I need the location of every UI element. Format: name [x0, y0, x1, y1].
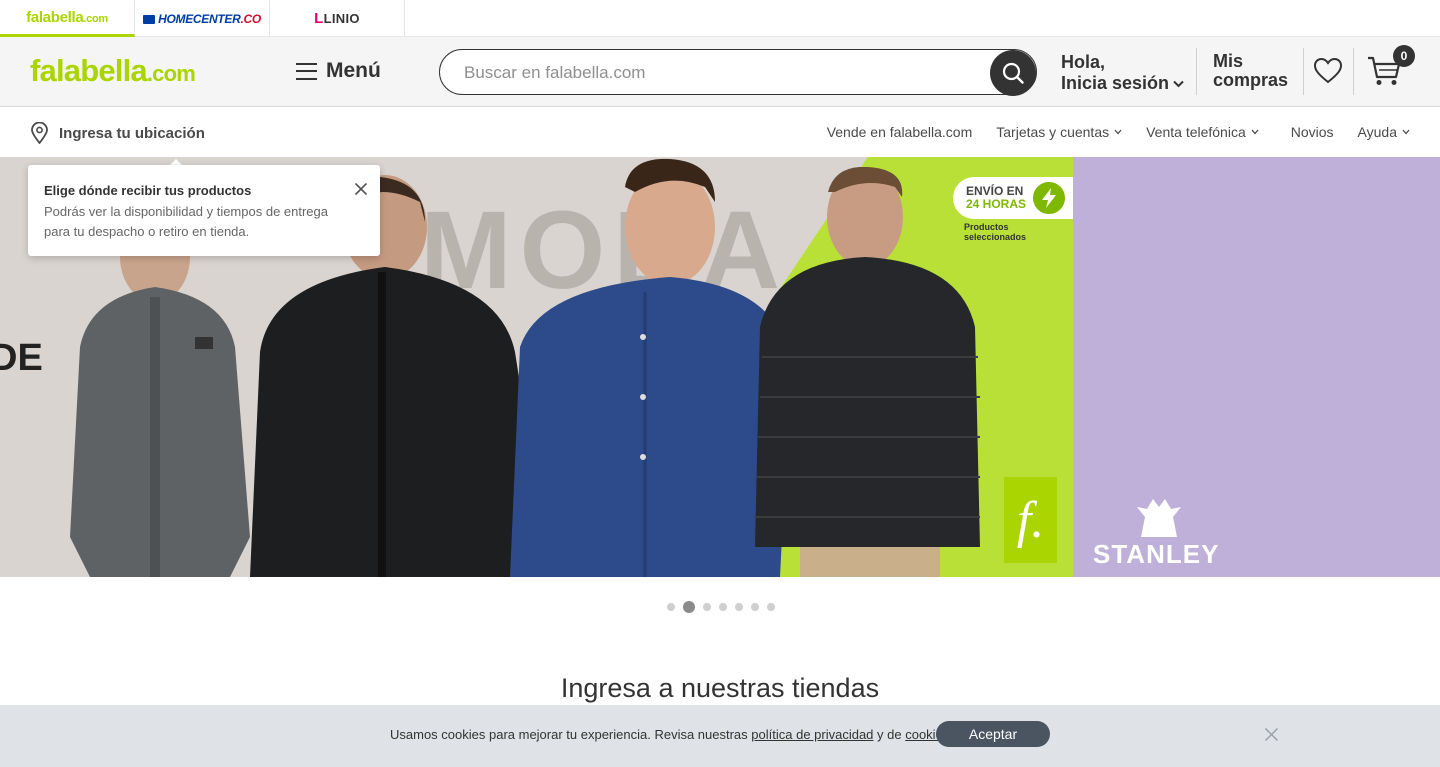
cookie-close-button[interactable] [1264, 727, 1279, 747]
orders-line1: Mis [1213, 51, 1244, 71]
location-label: Ingresa tu ubicación [59, 124, 205, 142]
model-puffer-jacket [755, 167, 980, 577]
header-divider [1353, 48, 1354, 95]
sell-link-label: Vende en falabella.com [826, 124, 973, 140]
close-icon [1264, 727, 1279, 742]
carousel-dot[interactable] [751, 603, 759, 611]
menu-button[interactable]: Menú [296, 59, 381, 83]
carousel-dot[interactable] [667, 603, 675, 611]
privacy-policy-link[interactable]: política de privacidad [751, 727, 873, 742]
login-menu[interactable]: Hola, Inicia sesión [1061, 52, 1184, 94]
login-greeting: Hola, [1061, 52, 1106, 72]
popup-close-button[interactable] [354, 182, 368, 201]
chevron-down-icon [1402, 129, 1410, 135]
sub-navigation: Ingresa tu ubicación Vende en falabella.… [0, 107, 1440, 157]
brand-tab-falabella[interactable]: falabella.com [0, 0, 135, 37]
utility-links: Vende en falabella.com Tarjetas y cuenta… [827, 124, 1410, 140]
main-header: falabella.com Menú Hola, Inicia sesión M… [0, 37, 1440, 107]
falabella-logo: falabella.com [26, 8, 108, 26]
my-orders-link[interactable]: Mis compras [1213, 52, 1288, 90]
hamburger-icon [296, 62, 317, 80]
search-button[interactable] [990, 50, 1036, 96]
chevron-down-icon [1114, 129, 1122, 135]
cookie-text-mid: y de [873, 727, 906, 742]
search-icon [1002, 62, 1024, 84]
promo-subtitle: Productos seleccionados [964, 222, 1027, 242]
carousel-dot[interactable] [703, 603, 711, 611]
stanley-bear-logo [1137, 499, 1181, 537]
brand-tab-homecenter[interactable]: HOMECENTER.CO [135, 0, 270, 37]
location-popup: Elige dónde recibir tus productos Podrás… [28, 165, 380, 256]
chevron-down-icon [1251, 129, 1259, 135]
header-divider [1303, 48, 1304, 95]
brand-strip: falabella.com HOMECENTER.CO LLINIO [0, 0, 1440, 37]
phone-sales-link[interactable]: Venta telefónica [1146, 124, 1259, 140]
accept-cookies-button[interactable]: Aceptar [936, 721, 1050, 747]
carousel-dot[interactable] [719, 603, 727, 611]
linio-logo: LLINIO [314, 10, 360, 27]
search-input[interactable] [464, 61, 964, 85]
wedding-link-label: Novios [1290, 124, 1334, 140]
location-selector[interactable]: Ingresa tu ubicación [30, 122, 205, 144]
stanley-wordmark: STANLEY [1093, 539, 1220, 569]
carousel-dot[interactable] [767, 603, 775, 611]
brand-tab-linio[interactable]: LLINIO [270, 0, 405, 37]
orders-line2: compras [1213, 70, 1289, 90]
promo-line2: 24 HORAS [966, 197, 1027, 211]
wedding-link[interactable]: Novios [1291, 124, 1334, 140]
cookie-message: Usamos cookies para mejorar tu experienc… [390, 727, 953, 742]
badge-letter: f. [1016, 491, 1045, 549]
popup-body: Podrás ver la disponibilidad y tiempos d… [44, 204, 329, 239]
header-divider [1196, 48, 1197, 95]
popup-title: Elige dónde recibir tus productos [44, 183, 252, 198]
menu-label: Menú [326, 59, 381, 82]
site-logo[interactable]: falabella.com [30, 53, 196, 89]
delivery-promo-text: ENVÍO EN 24 HORAS [966, 185, 1026, 211]
cards-link-label: Tarjetas y cuentas [996, 124, 1110, 140]
hero-slide-stanley[interactable]: STANLEY [1073, 157, 1440, 577]
search-bar [439, 49, 1037, 96]
cookie-text-start: Usamos cookies para mejorar tu experienc… [390, 727, 752, 742]
carousel-dot[interactable] [735, 603, 743, 611]
close-icon [354, 182, 368, 196]
homecenter-logo: HOMECENTER.CO [143, 12, 261, 26]
heart-icon [1313, 57, 1343, 84]
chevron-down-icon [1173, 80, 1184, 87]
sell-link[interactable]: Vende en falabella.com [827, 124, 973, 140]
phone-sales-label: Venta telefónica [1146, 124, 1246, 140]
login-label: Inicia sesión [1061, 73, 1170, 93]
wishlist-button[interactable] [1313, 57, 1343, 89]
stores-section-title: Ingresa a nuestras tiendas [560, 673, 880, 703]
banner-partial-word: DE [0, 337, 43, 379]
carousel-dots [667, 601, 775, 613]
location-pin-icon [31, 122, 48, 144]
lightning-bolt-icon [1030, 179, 1068, 217]
saga-falabella-logo: f. [1004, 477, 1057, 563]
homecenter-house-icon [143, 14, 156, 24]
cookie-banner: Usamos cookies para mejorar tu experienc… [0, 705, 1440, 767]
carousel-dot-active[interactable] [683, 601, 695, 613]
help-link[interactable]: Ayuda [1358, 124, 1410, 140]
cart-count-badge: 0 [1393, 45, 1415, 67]
help-link-label: Ayuda [1357, 124, 1397, 140]
cards-accounts-link[interactable]: Tarjetas y cuentas [996, 124, 1122, 140]
